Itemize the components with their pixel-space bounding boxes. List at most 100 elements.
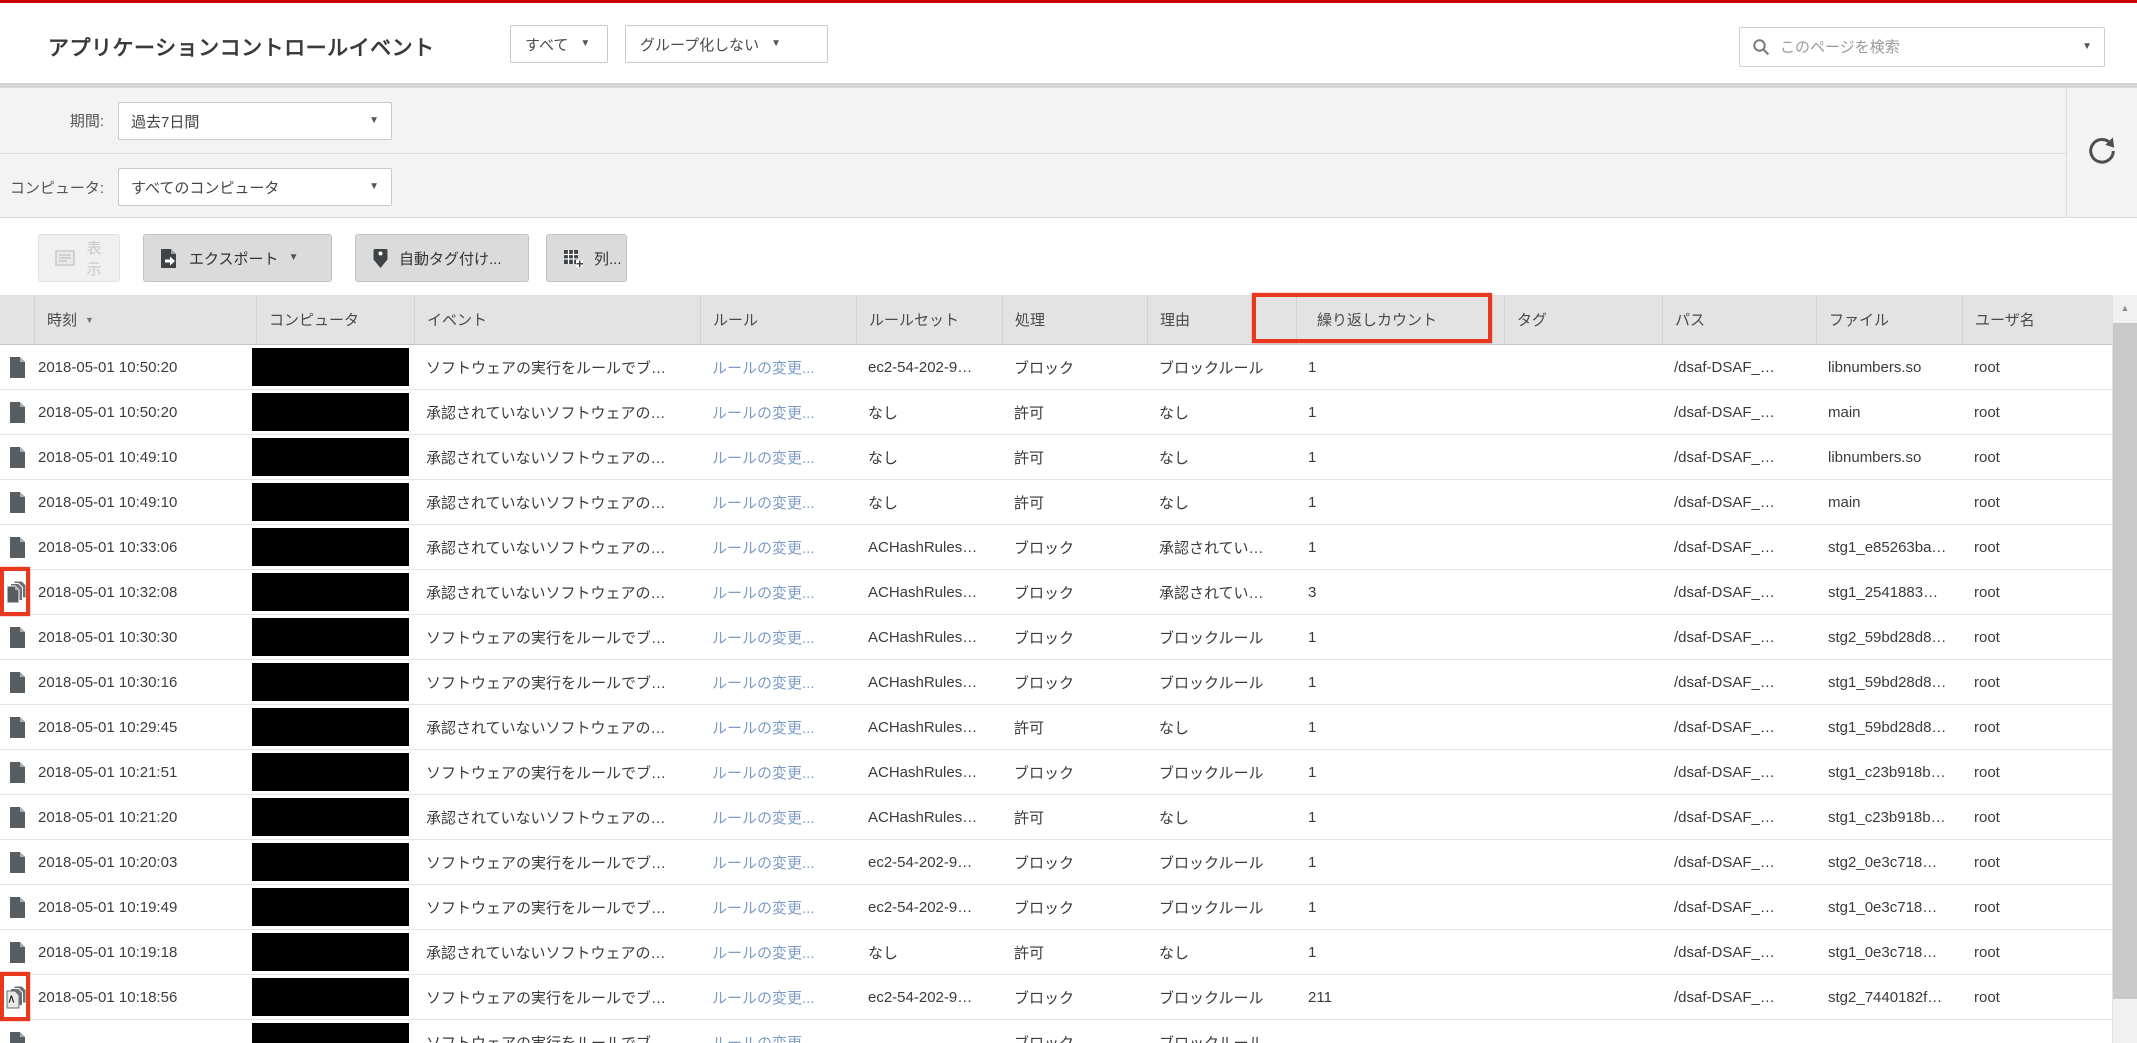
- event-scope-dropdown[interactable]: すべて ▼: [510, 25, 608, 63]
- table-row[interactable]: 2018-05-01 10:30:30 ソフトウェアの実行をルールでブ… ルール…: [0, 615, 2112, 660]
- computer-name-redacted: [252, 708, 409, 746]
- column-header-repeat-count[interactable]: 繰り返しカウント: [1296, 295, 1504, 344]
- table-row[interactable]: 2018-05-01 10:19:18 承認されていないソフトウェアの… ルール…: [0, 930, 2112, 975]
- table-row[interactable]: 2018-05-01 10:50:20 ソフトウェアの実行をルールでブ… ルール…: [0, 345, 2112, 390]
- auto-tag-button[interactable]: 自動タグ付け...: [355, 234, 529, 282]
- path-cell: /dsaf-DSAF_…: [1662, 885, 1816, 929]
- repeat-count-cell: 1: [1296, 615, 1504, 659]
- column-header-reason[interactable]: 理由: [1147, 295, 1296, 344]
- rule-change-link[interactable]: ルールの変更...: [712, 1032, 815, 1043]
- column-header-ruleset[interactable]: ルールセット: [856, 295, 1002, 344]
- table-row[interactable]: 2018-05-01 10:30:16 ソフトウェアの実行をルールでブ… ルール…: [0, 660, 2112, 705]
- table-row[interactable]: 2018-05-01 10:18:56 ソフトウェアの実行をルールでブ… ルール…: [0, 975, 2112, 1020]
- rule-change-link[interactable]: ルールの変更...: [712, 357, 815, 378]
- repeat-count-cell: 1: [1296, 345, 1504, 389]
- search-input[interactable]: [1780, 39, 2072, 56]
- red-annotation-box-row-icon: [0, 972, 30, 1021]
- reason-cell: なし: [1147, 390, 1296, 434]
- export-icon: [160, 248, 179, 269]
- scrollbar-thumb[interactable]: [2113, 323, 2137, 999]
- chevron-down-icon: ▼: [369, 116, 379, 126]
- rule-change-link[interactable]: ルールの変更...: [712, 807, 815, 828]
- rule-change-link[interactable]: ルールの変更...: [712, 942, 815, 963]
- time-cell: 2018-05-01 10:50:20: [34, 390, 256, 434]
- time-cell: 2018-05-01 10:49:10: [34, 435, 256, 479]
- event-icon-cell: [0, 390, 34, 434]
- rule-change-link[interactable]: ルールの変更...: [712, 582, 815, 603]
- file-cell: stg1_59bd28d8…: [1816, 660, 1962, 704]
- search-options-caret-icon[interactable]: ▼: [2082, 42, 2092, 52]
- table-row[interactable]: 2018-05-01 10:32:08 承認されていないソフトウェアの… ルール…: [0, 570, 2112, 615]
- column-header-tag[interactable]: タグ: [1504, 295, 1662, 344]
- path-cell: [1662, 1020, 1816, 1043]
- column-header-computer[interactable]: コンピュータ: [256, 295, 414, 344]
- event-cell: 承認されていないソフトウェアの…: [414, 525, 700, 569]
- table-row[interactable]: 2018-05-01 10:49:10 承認されていないソフトウェアの… ルール…: [0, 435, 2112, 480]
- column-header-action[interactable]: 処理: [1002, 295, 1147, 344]
- user-cell: root: [1962, 930, 2112, 974]
- rule-change-link[interactable]: ルールの変更...: [712, 852, 815, 873]
- computer-cell: [256, 795, 414, 839]
- table-row[interactable]: 2018-05-01 10:29:45 承認されていないソフトウェアの… ルール…: [0, 705, 2112, 750]
- reason-cell: なし: [1147, 795, 1296, 839]
- rule-change-link[interactable]: ルールの変更...: [712, 987, 815, 1008]
- rule-cell: ルールの変更...: [700, 660, 856, 704]
- scroll-up-arrow-icon[interactable]: ▲: [2113, 295, 2137, 321]
- file-cell: stg1_59bd28d8…: [1816, 705, 1962, 749]
- table-row[interactable]: ソフトウェアの実行をルールでブ… ルールの変更... ブロック ブロックルール: [0, 1020, 2112, 1043]
- rule-change-link[interactable]: ルールの変更...: [712, 627, 815, 648]
- grouping-dropdown[interactable]: グループ化しない ▼: [625, 25, 828, 63]
- ruleset-cell: なし: [856, 435, 1002, 479]
- columns-button[interactable]: 列...: [546, 234, 627, 282]
- refresh-button[interactable]: [2086, 135, 2118, 170]
- export-button[interactable]: エクスポート ▼: [143, 234, 332, 282]
- event-icon-cell: [0, 1020, 34, 1043]
- tag-cell: [1504, 705, 1662, 749]
- computer-name-redacted: [252, 663, 409, 701]
- view-button: 表示: [38, 234, 120, 282]
- table-row[interactable]: 2018-05-01 10:50:20 承認されていないソフトウェアの… ルール…: [0, 390, 2112, 435]
- column-header-event[interactable]: イベント: [414, 295, 700, 344]
- table-row[interactable]: 2018-05-01 10:20:03 ソフトウェアの実行をルールでブ… ルール…: [0, 840, 2112, 885]
- table-row[interactable]: 2018-05-01 10:21:20 承認されていないソフトウェアの… ルール…: [0, 795, 2112, 840]
- path-cell: /dsaf-DSAF_…: [1662, 345, 1816, 389]
- reason-cell: なし: [1147, 930, 1296, 974]
- action-cell: ブロック: [1002, 525, 1147, 569]
- table-row[interactable]: 2018-05-01 10:49:10 承認されていないソフトウェアの… ルール…: [0, 480, 2112, 525]
- rule-cell: ルールの変更...: [700, 390, 856, 434]
- column-header-file[interactable]: ファイル: [1816, 295, 1962, 344]
- tag-cell: [1504, 795, 1662, 839]
- table-row[interactable]: 2018-05-01 10:19:49 ソフトウェアの実行をルールでブ… ルール…: [0, 885, 2112, 930]
- event-icon-cell: [0, 750, 34, 794]
- rule-change-link[interactable]: ルールの変更...: [712, 447, 815, 468]
- tag-cell: [1504, 480, 1662, 524]
- rule-change-link[interactable]: ルールの変更...: [712, 492, 815, 513]
- computer-cell: [256, 750, 414, 794]
- computer-select[interactable]: すべてのコンピュータ ▼: [118, 168, 392, 206]
- document-icon: [9, 627, 26, 648]
- rule-change-link[interactable]: ルールの変更...: [712, 762, 815, 783]
- search-box[interactable]: ▼: [1739, 27, 2105, 67]
- event-cell: ソフトウェアの実行をルールでブ…: [414, 840, 700, 884]
- rule-change-link[interactable]: ルールの変更...: [712, 717, 815, 738]
- vertical-scrollbar[interactable]: ▲: [2112, 295, 2137, 1043]
- chevron-down-icon: ▼: [369, 182, 379, 192]
- rule-change-link[interactable]: ルールの変更...: [712, 402, 815, 423]
- period-value: 過去7日間: [131, 111, 199, 132]
- rule-change-link[interactable]: ルールの変更...: [712, 672, 815, 693]
- view-button-label: 表示: [85, 237, 103, 279]
- file-cell: stg2_0e3c718…: [1816, 840, 1962, 884]
- computer-name-redacted: [252, 933, 409, 971]
- period-select[interactable]: 過去7日間 ▼: [118, 102, 392, 140]
- action-cell: ブロック: [1002, 570, 1147, 614]
- column-header-user[interactable]: ユーザ名: [1962, 295, 2112, 344]
- rule-change-link[interactable]: ルールの変更...: [712, 537, 815, 558]
- computer-cell: [256, 975, 414, 1019]
- table-row[interactable]: 2018-05-01 10:33:06 承認されていないソフトウェアの… ルール…: [0, 525, 2112, 570]
- column-header-path[interactable]: パス: [1662, 295, 1816, 344]
- repeat-count-cell: 1: [1296, 795, 1504, 839]
- rule-change-link[interactable]: ルールの変更...: [712, 897, 815, 918]
- column-header-time[interactable]: 時刻 ▼: [34, 295, 256, 344]
- table-row[interactable]: 2018-05-01 10:21:51 ソフトウェアの実行をルールでブ… ルール…: [0, 750, 2112, 795]
- column-header-rule[interactable]: ルール: [700, 295, 856, 344]
